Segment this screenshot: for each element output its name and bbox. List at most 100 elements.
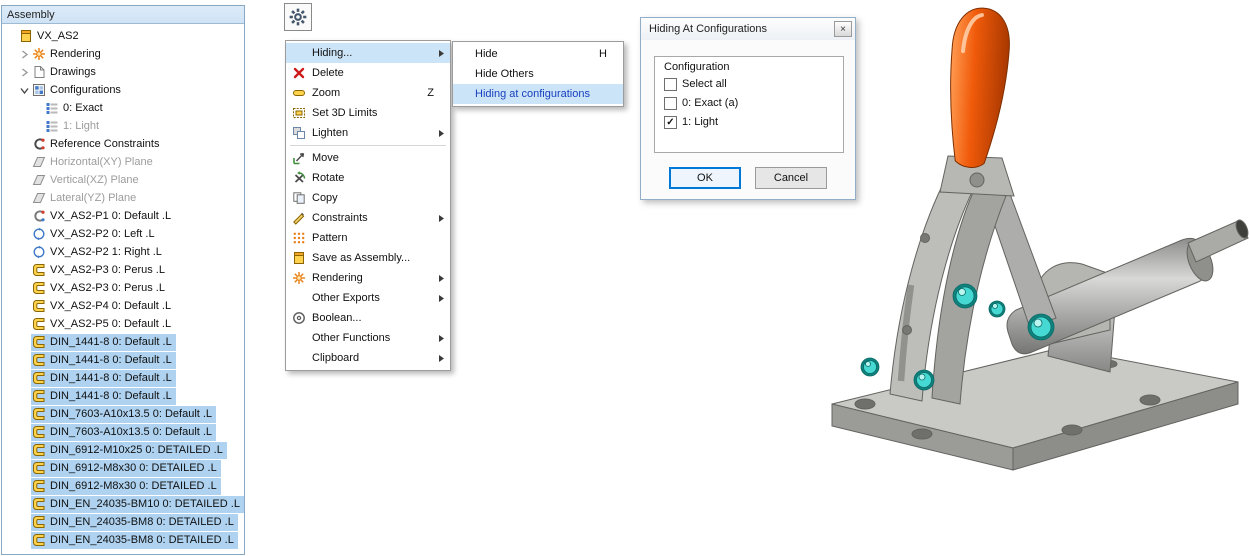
tree-item-rendering[interactable]: Rendering (2, 45, 244, 63)
menu-item-clipboard[interactable]: Clipboard (286, 348, 450, 368)
tree-item-din-6912-m10x25-0-detailed-l[interactable]: DIN_6912-M10x25 0: DETAILED .L (2, 441, 244, 459)
tree-item-din-6912-m8x30-0-detailed-l[interactable]: DIN_6912-M8x30 0: DETAILED .L (2, 477, 244, 495)
expander-spacer (31, 102, 44, 115)
tree-item-1-light[interactable]: 1: Light (2, 117, 244, 135)
menu-item-hiding[interactable]: Hiding... (286, 43, 450, 63)
tree-item-vx-as2-p3-0-perus-l[interactable]: VX_AS2-P3 0: Perus .L (2, 279, 244, 297)
menu-item-zoom[interactable]: ZoomZ (286, 83, 450, 103)
ok-button[interactable]: OK (669, 167, 741, 189)
menu-item-other-functions[interactable]: Other Functions (286, 328, 450, 348)
plane-icon (32, 155, 46, 169)
tree-item-lateral-yz-plane[interactable]: Lateral(YZ) Plane (2, 189, 244, 207)
tree-item-din-en-24035-bm8-0-detailed-l[interactable]: DIN_EN_24035-BM8 0: DETAILED .L (2, 531, 244, 549)
tree-item-din-7603-a10x13-5-0-default-l[interactable]: DIN_7603-A10x13.5 0: Default .L (2, 405, 244, 423)
tree-item-body: DIN_6912-M8x30 0: DETAILED .L (31, 460, 221, 477)
assembly-icon (19, 29, 33, 43)
tree-item-label: DIN_1441-8 0: Default .L (50, 390, 172, 402)
tree-item-0-exact[interactable]: 0: Exact (2, 99, 244, 117)
pattern-icon (286, 231, 312, 245)
menu-item-label: Set 3D Limits (312, 107, 446, 119)
tree-item-vx-as2-p3-0-perus-l[interactable]: VX_AS2-P3 0: Perus .L (2, 261, 244, 279)
submenu-item-hide-others[interactable]: Hide Others (453, 64, 623, 84)
checkbox-label: Select all (682, 78, 727, 90)
checkbox-unchecked-icon[interactable] (664, 78, 677, 91)
checkbox-unchecked-icon[interactable] (664, 97, 677, 110)
tree-item-drawings[interactable]: Drawings (2, 63, 244, 81)
assembly-panel-header[interactable]: Assembly (2, 6, 244, 24)
part-icon (32, 443, 46, 457)
expander-spacer (18, 516, 31, 529)
tree-item-reference-constraints[interactable]: Reference Constraints (2, 135, 244, 153)
checkbox-0-exact-a[interactable]: 0: Exact (a) (664, 95, 834, 111)
checkbox-1-light[interactable]: ✓1: Light (664, 114, 834, 130)
menu-item-label: Zoom (312, 87, 427, 99)
teal-bolt (953, 284, 977, 308)
clamp-pivot-bolt (970, 173, 984, 187)
menu-item-move[interactable]: Move (286, 148, 450, 168)
dialog-titlebar[interactable]: Hiding At Configurations × (641, 18, 855, 40)
tree-item-label: DIN_EN_24035-BM8 0: DETAILED .L (50, 516, 234, 528)
menu-item-set-3d-limits[interactable]: Set 3D Limits (286, 103, 450, 123)
menu-item-save-as-assembly[interactable]: Save as Assembly... (286, 248, 450, 268)
checkbox-select-all[interactable]: Select all (664, 76, 834, 92)
chevron-right-icon[interactable] (18, 66, 31, 79)
menu-item-delete[interactable]: Delete (286, 63, 450, 83)
part-icon (32, 317, 46, 331)
tree-item-label: Drawings (50, 66, 96, 78)
tree-item-din-1441-8-0-default-l[interactable]: DIN_1441-8 0: Default .L (2, 333, 244, 351)
submenu-item-hide[interactable]: HideH (453, 44, 623, 64)
dialog-buttons: OK Cancel (641, 167, 855, 189)
assembly-panel-title: Assembly (7, 9, 55, 21)
chevron-right-icon[interactable] (18, 48, 31, 61)
tree-item-din-1441-8-0-default-l[interactable]: DIN_1441-8 0: Default .L (2, 369, 244, 387)
tree-item-vx-as2[interactable]: VX_AS2 (2, 27, 244, 45)
tree-item-vx-as2-p5-0-default-l[interactable]: VX_AS2-P5 0: Default .L (2, 315, 244, 333)
expander-spacer (18, 462, 31, 475)
cancel-button[interactable]: Cancel (755, 167, 827, 189)
gear-button[interactable] (284, 3, 312, 31)
menu-item-pattern[interactable]: Pattern (286, 228, 450, 248)
tree-item-body: VX_AS2-P4 0: Default .L (31, 298, 175, 315)
dialog-close-button[interactable]: × (834, 21, 852, 37)
tree-item-vx-as2-p2-1-right-l[interactable]: VX_AS2-P2 1: Right .L (2, 243, 244, 261)
tree-item-body: VX_AS2-P2 0: Left .L (31, 226, 159, 243)
chevron-down-icon[interactable] (18, 84, 31, 97)
menu-item-lighten[interactable]: Lighten (286, 123, 450, 143)
tree-item-horizontal-xy-plane[interactable]: Horizontal(XY) Plane (2, 153, 244, 171)
menu-item-constraints[interactable]: Constraints (286, 208, 450, 228)
tree-item-body: VX_AS2-P3 0: Perus .L (31, 280, 169, 297)
tree-item-vertical-xz-plane[interactable]: Vertical(XZ) Plane (2, 171, 244, 189)
menu-item-rotate[interactable]: Rotate (286, 168, 450, 188)
menu-item-label: Hide Others (475, 68, 619, 80)
tree-item-body: Configurations (31, 82, 125, 99)
expander-spacer (18, 480, 31, 493)
tree-item-din-en-24035-bm8-0-detailed-l[interactable]: DIN_EN_24035-BM8 0: DETAILED .L (2, 513, 244, 531)
tree-item-din-en-24035-bm10-0-detailed-l[interactable]: DIN_EN_24035-BM10 0: DETAILED .L (2, 495, 244, 513)
tree-item-body: VX_AS2-P5 0: Default .L (31, 316, 175, 333)
submenu-item-hiding-at-configurations[interactable]: Hiding at configurations (453, 84, 623, 104)
tree-item-din-1441-8-0-default-l[interactable]: DIN_1441-8 0: Default .L (2, 351, 244, 369)
tree-item-label: VX_AS2-P1 0: Default .L (50, 210, 171, 222)
tree-item-vx-as2-p2-0-left-l[interactable]: VX_AS2-P2 0: Left .L (2, 225, 244, 243)
submenu-arrow-icon (436, 294, 446, 303)
tree-item-label: VX_AS2-P5 0: Default .L (50, 318, 171, 330)
menu-item-boolean[interactable]: Boolean... (286, 308, 450, 328)
tree-item-din-1441-8-0-default-l[interactable]: DIN_1441-8 0: Default .L (2, 387, 244, 405)
tree-item-vx-as2-p4-0-default-l[interactable]: VX_AS2-P4 0: Default .L (2, 297, 244, 315)
3d-viewport[interactable] (810, 0, 1249, 512)
tree-item-configurations[interactable]: Configurations (2, 81, 244, 99)
reference-constraints-icon (32, 137, 46, 151)
menu-item-rendering[interactable]: Rendering (286, 268, 450, 288)
expander-spacer (18, 300, 31, 313)
menu-item-copy[interactable]: Copy (286, 188, 450, 208)
expander-spacer (18, 156, 31, 169)
expander-spacer (18, 372, 31, 385)
tree-item-din-7603-a10x13-5-0-default-l[interactable]: DIN_7603-A10x13.5 0: Default .L (2, 423, 244, 441)
tree-item-body: DIN_7603-A10x13.5 0: Default .L (31, 424, 216, 441)
tree-item-vx-as2-p1-0-default-l[interactable]: VX_AS2-P1 0: Default .L (2, 207, 244, 225)
menu-item-other-exports[interactable]: Other Exports (286, 288, 450, 308)
checkbox-checked-icon[interactable]: ✓ (664, 116, 677, 129)
part-icon (32, 335, 46, 349)
tree-item-din-6912-m8x30-0-detailed-l[interactable]: DIN_6912-M8x30 0: DETAILED .L (2, 459, 244, 477)
clamp-handle (946, 7, 1011, 170)
